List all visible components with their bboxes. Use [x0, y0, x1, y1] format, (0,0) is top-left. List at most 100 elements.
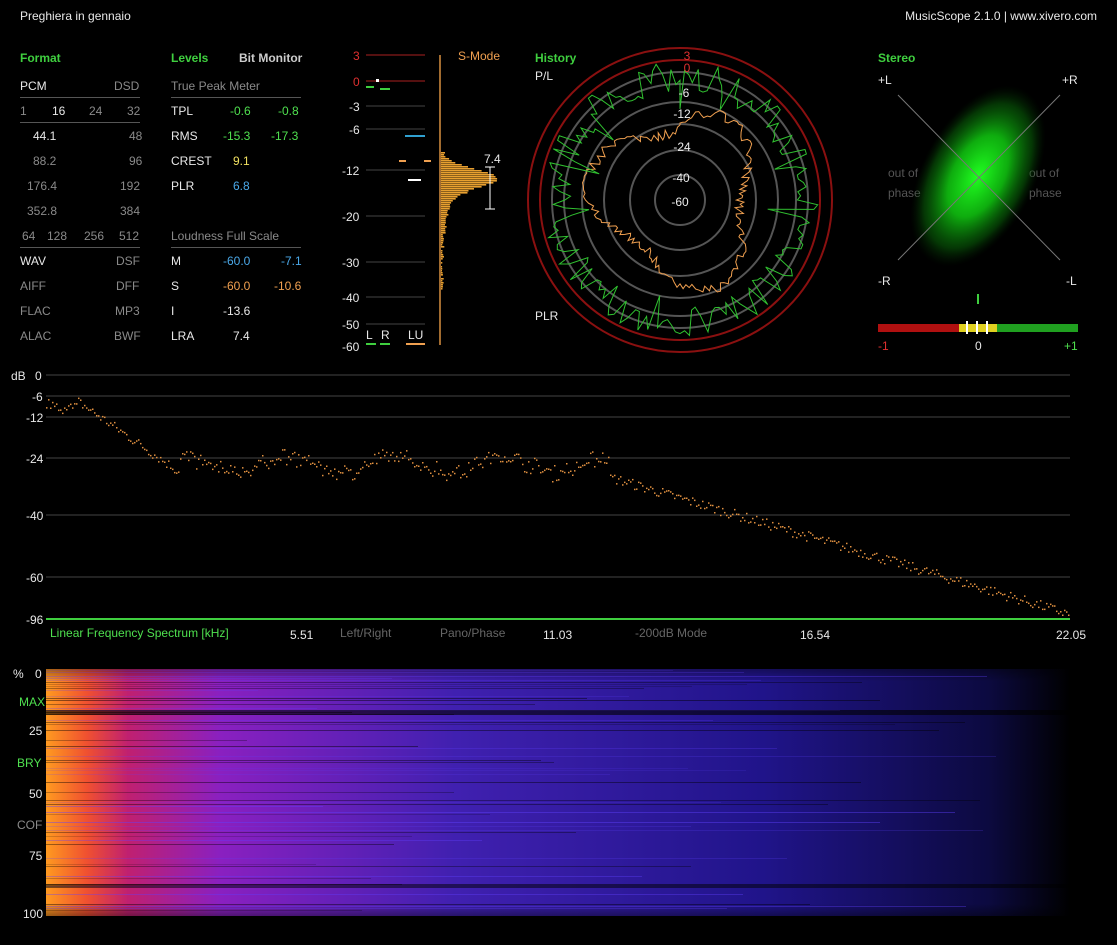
- balance-zero: 0: [975, 339, 982, 353]
- rate-48: 48: [129, 129, 143, 143]
- out-of-phase-left: out of phase: [888, 166, 921, 200]
- lra-value-label: 7.4: [484, 152, 501, 166]
- levels-title: Levels: [171, 51, 209, 65]
- fmt-bwf: BWF: [114, 329, 141, 343]
- rate-44: 44.1: [33, 129, 57, 143]
- pct-tick-100: 100: [23, 907, 44, 921]
- corner-minus-l: -L: [1066, 274, 1077, 288]
- pct-tick-0: 0: [35, 667, 42, 681]
- rms-left: -15.3: [223, 129, 251, 143]
- fmt-flac: FLAC: [20, 304, 51, 318]
- loud-m-v1: -60.0: [223, 254, 251, 268]
- dsd-128: 128: [47, 229, 68, 243]
- spectrogram-graphic: [46, 669, 1070, 916]
- spectrum-unit: dB: [11, 369, 26, 383]
- meter-label-lu: LU: [408, 328, 424, 342]
- fmt-alac: ALAC: [20, 329, 52, 343]
- history-radar: 3 0 -6 -12 -24 -40 -60: [527, 47, 833, 353]
- ring-label-0: 0: [684, 61, 691, 75]
- bit-24: 24: [89, 104, 103, 118]
- meter-tick-m40: -40: [342, 291, 360, 305]
- db-tick-6: -6: [32, 390, 43, 404]
- ring-label-6: -6: [679, 86, 690, 100]
- history-pl-label: P/L: [535, 69, 554, 83]
- format-title: Format: [20, 51, 61, 65]
- loud-s-v1: -60.0: [223, 279, 251, 293]
- spectrum-title: Linear Frequency Spectrum [kHz]: [50, 626, 229, 640]
- bit-1: 1: [20, 104, 27, 118]
- pct-tick-25: 25: [29, 724, 43, 738]
- spectrum-plot: [46, 374, 1070, 620]
- minus-200db-mode-button[interactable]: -200dB Mode: [635, 626, 707, 640]
- corner-plus-r: +R: [1062, 73, 1078, 87]
- khz-tick-11: 11.03: [543, 628, 573, 642]
- app-title: MusicScope 2.1.0 | www.xivero.com: [905, 9, 1097, 23]
- crest-value: 9.1: [233, 154, 250, 168]
- meter-tick-m30: -30: [342, 256, 360, 270]
- fmt-aiff: AIFF: [20, 279, 46, 293]
- fmt-wav: WAV: [20, 254, 46, 268]
- loud-lra-label: LRA: [171, 329, 195, 343]
- meter-tick-m12: -12: [342, 164, 360, 178]
- loud-m-label: M: [171, 254, 181, 268]
- loud-s-label: S: [171, 279, 180, 293]
- meter-tick-3: 3: [353, 49, 360, 63]
- meter-tick-m60: -60: [342, 340, 360, 354]
- ring-label-3: 3: [684, 49, 691, 63]
- pct-tick-50: 50: [29, 787, 43, 801]
- history-title: History: [535, 51, 577, 65]
- db-tick-12: -12: [26, 411, 44, 425]
- rate-96: 96: [129, 154, 143, 168]
- corner-plus-l: +L: [878, 73, 892, 87]
- dsd-label[interactable]: DSD: [114, 79, 139, 93]
- meter-tick-0: 0: [353, 75, 360, 89]
- tpl-label: TPL: [171, 104, 194, 118]
- db-tick-40: -40: [26, 509, 44, 523]
- ring-label-60: -60: [671, 195, 689, 209]
- stereo-title: Stereo: [878, 51, 916, 65]
- left-right-button[interactable]: Left/Right: [340, 626, 391, 640]
- bit-32: 32: [127, 104, 141, 118]
- rms-label: RMS: [171, 129, 198, 143]
- khz-tick-22: 22.05: [1056, 628, 1087, 642]
- dsd-64: 64: [22, 229, 36, 243]
- dsd-512: 512: [119, 229, 140, 243]
- tpl-right: -0.8: [278, 104, 299, 118]
- fmt-dsf: DSF: [116, 254, 140, 268]
- corner-minus-r: -R: [878, 274, 891, 288]
- khz-tick-5: 5.51: [290, 628, 314, 642]
- rate-192: 192: [120, 179, 141, 193]
- balance-minus: -1: [878, 339, 889, 353]
- balance-plus: +1: [1064, 339, 1078, 353]
- db-tick-96: -96: [26, 613, 44, 627]
- marker-bry: BRY: [17, 756, 42, 770]
- plr-value: 6.8: [233, 179, 250, 193]
- dsd-256: 256: [84, 229, 105, 243]
- meter-graphics: [366, 54, 498, 345]
- ring-label-40: -40: [672, 171, 690, 185]
- ring-label-12: -12: [673, 107, 691, 121]
- spectrogram-unit: %: [13, 667, 24, 681]
- plr-label: PLR: [171, 179, 195, 193]
- loud-lra-v1: 7.4: [233, 329, 250, 343]
- marker-max: MAX: [19, 695, 46, 709]
- fmt-mp3: MP3: [115, 304, 140, 318]
- khz-tick-16: 16.54: [800, 628, 831, 642]
- loud-m-v2: -7.1: [281, 254, 302, 268]
- rate-352: 352.8: [27, 204, 58, 218]
- tpl-left: -0.6: [230, 104, 251, 118]
- pcm-label[interactable]: PCM: [20, 79, 47, 93]
- stereo-scope: [878, 85, 1078, 334]
- ring-label-24: -24: [673, 140, 691, 154]
- meter-tick-m6: -6: [349, 123, 360, 137]
- meter-tick-m50: -50: [342, 318, 360, 332]
- history-plr-label: PLR: [535, 309, 559, 323]
- loudness-header: Loudness Full Scale: [171, 229, 280, 243]
- db-tick-24: -24: [26, 452, 44, 466]
- meter-tick-m3: -3: [349, 100, 360, 114]
- db-tick-60: -60: [26, 571, 44, 585]
- pano-phase-button[interactable]: Pano/Phase: [440, 626, 505, 640]
- marker-cof: COF: [17, 818, 43, 832]
- s-mode-button[interactable]: S-Mode: [458, 49, 500, 63]
- bit-monitor-tab[interactable]: Bit Monitor: [239, 51, 302, 65]
